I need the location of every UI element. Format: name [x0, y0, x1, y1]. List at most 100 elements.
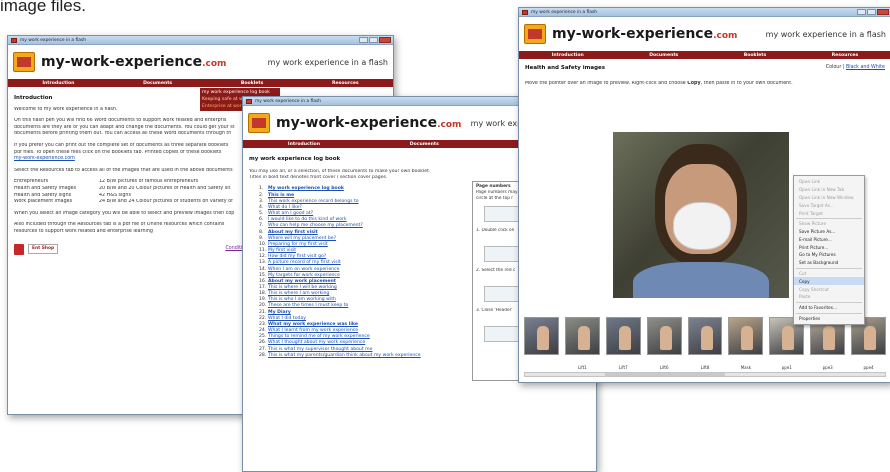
document-link[interactable]: These are the times I must keep to [268, 303, 348, 308]
context-menu-item[interactable]: Save Target As... [794, 201, 864, 209]
instruction-part: Move the pointer over an image to previe… [525, 81, 688, 86]
maximize-button[interactable] [369, 37, 378, 43]
document-link[interactable]: Preparing for my first visit [268, 242, 328, 247]
menu-separator [796, 267, 862, 269]
table-cell: 20 B/W and 20 Colour pictures of Health … [99, 185, 231, 191]
context-menu-item[interactable]: Properties [794, 315, 864, 323]
thumbnail-label: Lift1 [577, 365, 587, 370]
caption-text: image files. [0, 0, 86, 15]
document-link[interactable]: My work experience log book [268, 186, 344, 191]
document-link[interactable]: About my work placement [268, 279, 336, 284]
image-thumbnail[interactable] [524, 317, 559, 355]
tab-resources[interactable]: Resources [332, 81, 359, 86]
document-link[interactable]: A picture record of my first visit [268, 260, 341, 265]
site-header: my-work-experience.com my work experienc… [519, 17, 890, 51]
document-link[interactable]: What am I good at? [268, 211, 313, 216]
document-link[interactable]: This is where I will be working [268, 285, 337, 290]
context-menu-item[interactable]: E-mail Picture... [794, 235, 864, 243]
figure-shape [537, 326, 549, 350]
figure-shape [659, 326, 672, 350]
image-thumbnail[interactable] [687, 317, 723, 355]
minimize-button[interactable] [857, 9, 866, 15]
tab-resources[interactable]: Resources [832, 53, 859, 58]
context-menu: Open Link Open Link in New Tab Open Link i… [793, 175, 865, 326]
document-link[interactable]: How did my first visit go? [268, 254, 326, 259]
document-link[interactable]: My targets for work experience [268, 273, 340, 278]
brand-text: my-work-experience [276, 115, 438, 131]
context-menu-item[interactable]: Cut [794, 270, 864, 278]
site-header: my-work-experience.com my work experienc… [8, 45, 393, 79]
tab-introduction[interactable]: Introduction [42, 81, 74, 86]
scrollbar-thumb[interactable] [605, 373, 725, 376]
document-link[interactable]: This is me [268, 193, 294, 198]
close-button[interactable] [877, 9, 889, 15]
image-thumbnail[interactable] [564, 317, 600, 355]
document-link[interactable]: Things to remind me of my work experienc… [268, 334, 370, 339]
window-title: my work experience in a flash [20, 37, 87, 43]
tab-documents[interactable]: Documents [143, 81, 172, 86]
context-menu-item[interactable]: Show Picture [794, 220, 864, 228]
context-menu-item[interactable]: Save Picture As... [794, 228, 864, 236]
tab-booklets[interactable]: Booklets [241, 81, 264, 86]
document-link[interactable]: What I did today [268, 316, 306, 321]
preview-image[interactable] [613, 132, 789, 298]
document-link[interactable]: This is what my parents/guardian think a… [268, 353, 421, 358]
document-link[interactable]: This is what my supervisor thought about… [268, 347, 372, 352]
context-menu-item[interactable]: Copy [794, 277, 864, 286]
image-thumbnail[interactable] [728, 317, 764, 355]
context-menu-item[interactable]: Open Link [794, 178, 864, 186]
document-link[interactable]: This work experience record belongs to [268, 199, 359, 204]
context-menu-item[interactable]: Go to My Pictures [794, 251, 864, 259]
context-menu-item[interactable]: Paste [794, 293, 864, 301]
maximize-button[interactable] [867, 9, 876, 15]
tab-documents[interactable]: Documents [410, 142, 439, 147]
document-link[interactable]: My first visit [268, 248, 296, 253]
table-cell: 24 B/W and 24 Colour pictures of student… [99, 199, 233, 205]
table-cell: Health and Safety signs [14, 192, 72, 198]
tab-documents[interactable]: Documents [649, 53, 678, 58]
ent-shop-badge[interactable]: Ent Shop [28, 243, 59, 255]
context-menu-item[interactable]: Set as Background [794, 259, 864, 267]
document-link[interactable]: What do I like? [268, 205, 302, 210]
black-white-link[interactable]: Black and White [846, 65, 885, 70]
close-button[interactable] [379, 37, 391, 43]
document-link[interactable]: Where will my placement be? [268, 236, 336, 241]
context-menu-item[interactable]: Print Picture... [794, 243, 864, 251]
context-menu-item[interactable]: Print Target [794, 209, 864, 217]
menu-separator [796, 217, 862, 219]
tab-introduction[interactable]: Introduction [288, 142, 320, 147]
image-thumbnail[interactable] [605, 317, 641, 355]
list-number: 28. [259, 352, 267, 358]
person-shirt [633, 262, 769, 298]
document-link[interactable]: About my first visit [268, 230, 318, 235]
context-menu-item[interactable]: Open Link in New Window [794, 194, 864, 202]
context-menu-item[interactable]: Add to Favorites... [794, 304, 864, 312]
images-window: my work experience in a flash my-work-ex… [518, 7, 890, 383]
minimize-button[interactable] [359, 37, 368, 43]
brand-com: .com [202, 59, 227, 69]
tab-introduction[interactable]: Introduction [552, 53, 584, 58]
tagline: my work experience in a flash [267, 57, 388, 67]
document-link[interactable]: Who can help me choose my placement? [268, 223, 363, 228]
nav-bar: Introduction Documents Booklets Resource… [8, 79, 393, 87]
colour-label[interactable]: Colour [826, 65, 842, 70]
document-link[interactable]: What my work experience was like [268, 322, 358, 327]
document-link[interactable]: What I thought about my work experience [268, 340, 365, 345]
document-link[interactable]: This is who I am working with [268, 297, 336, 302]
app-icon [11, 37, 17, 43]
thumbnail-label: ppe1 [781, 365, 792, 370]
thumbnail-label: Mask [740, 365, 752, 370]
document-link[interactable]: I would like to do this kind of work [268, 217, 347, 222]
context-menu-item[interactable]: Copy Shortcut [794, 285, 864, 293]
document-link[interactable]: This is where I am working [268, 291, 329, 296]
document-link[interactable]: What I learnt from my work experience [268, 328, 358, 333]
tab-booklets[interactable]: Booklets [744, 53, 767, 58]
dropdown-item[interactable]: my work experience log book [202, 89, 278, 96]
horizontal-scrollbar[interactable] [524, 372, 886, 377]
logo [13, 52, 35, 72]
document-link[interactable]: When I am on work experience [268, 267, 339, 272]
document-link[interactable]: My Diary [268, 310, 291, 315]
table-cell: Entrepreneurs [14, 179, 49, 185]
image-thumbnail[interactable] [646, 317, 682, 355]
context-menu-item[interactable]: Open Link in New Tab [794, 186, 864, 194]
